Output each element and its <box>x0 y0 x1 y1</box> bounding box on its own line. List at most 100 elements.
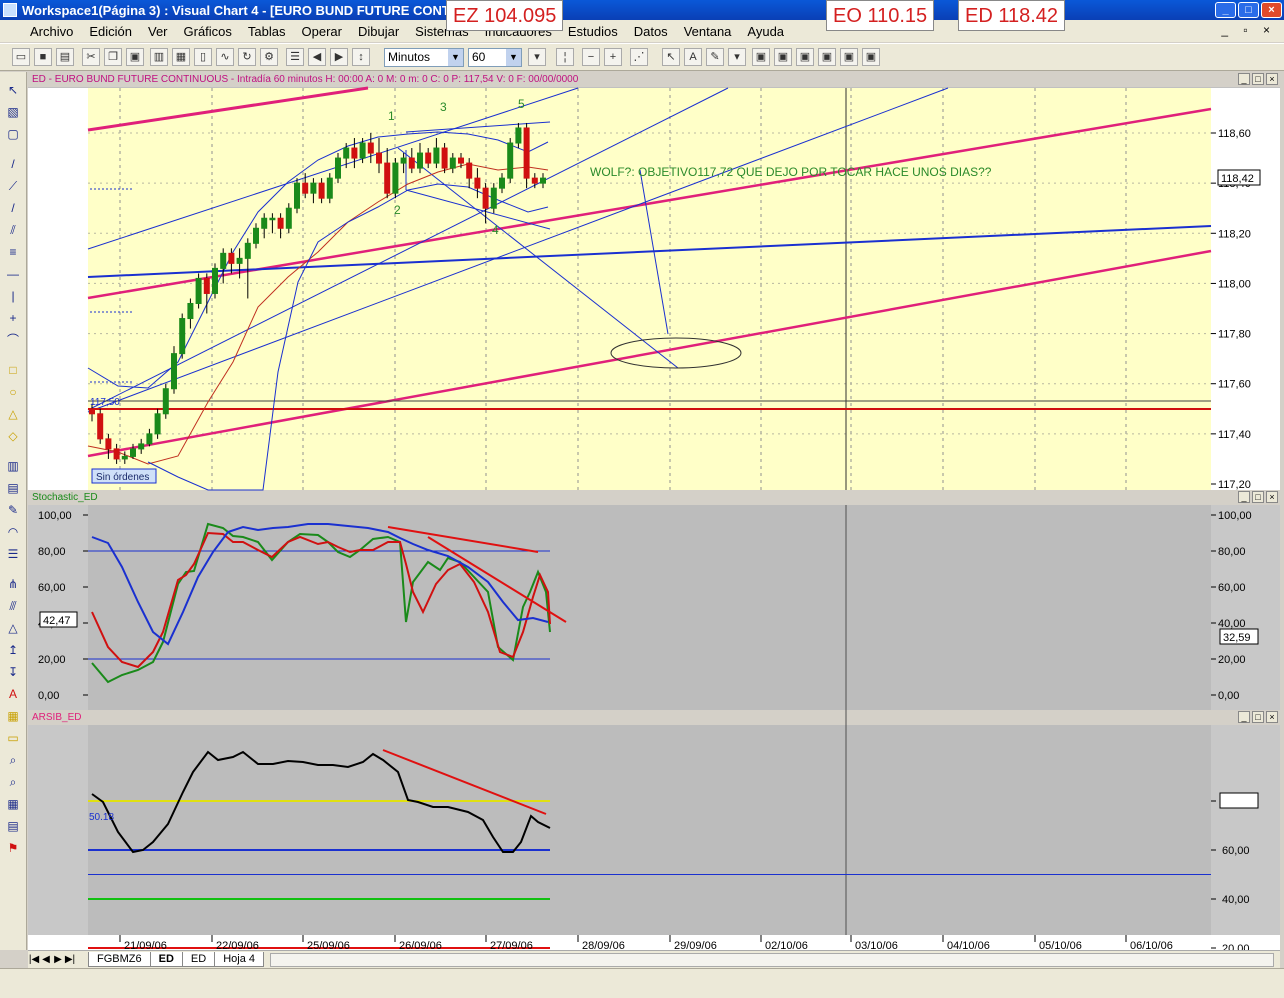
label-icon[interactable]: A <box>684 48 702 66</box>
pitchfork-icon[interactable]: ⋔ <box>5 576 21 592</box>
window-3-icon[interactable]: ▣ <box>796 48 814 66</box>
mdi-controls[interactable]: _ ▫ × <box>1221 23 1276 37</box>
menu-ayuda[interactable]: Ayuda <box>747 24 784 39</box>
menu-tablas[interactable]: Tablas <box>248 24 286 39</box>
close-button[interactable]: × <box>1261 2 1282 18</box>
pen-menu-icon[interactable]: ▾ <box>728 48 746 66</box>
zoom-in-icon[interactable]: + <box>604 48 622 66</box>
window-1-icon[interactable]: ▣ <box>752 48 770 66</box>
print-icon[interactable]: ▤ <box>56 48 74 66</box>
cursor-icon[interactable]: ↖ <box>5 82 21 98</box>
first-sheet-icon[interactable]: |◀ <box>28 954 40 965</box>
text-icon[interactable]: A <box>5 686 21 702</box>
menu-estudios[interactable]: Estudios <box>568 24 618 39</box>
period-select[interactable]: Minutos ▼ <box>384 48 464 67</box>
zoom-icon[interactable]: ⌕ <box>5 774 21 790</box>
sheet-tab-ed[interactable]: ED <box>181 952 216 967</box>
interval-select[interactable]: 60 ▼ <box>468 48 522 67</box>
pen-icon[interactable]: ✎ <box>706 48 724 66</box>
horizontal-scrollbar[interactable] <box>269 952 1274 967</box>
rectangle-icon[interactable]: □ <box>5 362 21 378</box>
ellipse-icon[interactable]: ○ <box>5 384 21 400</box>
candle-body <box>343 147 350 159</box>
prev-sheet-icon[interactable]: ◀ <box>40 954 52 965</box>
nav-left-icon[interactable]: ◀ <box>308 48 326 66</box>
list-icon[interactable]: ☰ <box>5 546 21 562</box>
nav-right-icon[interactable]: ▶ <box>330 48 348 66</box>
copy-icon[interactable]: ❐ <box>104 48 122 66</box>
menu-graficos[interactable]: Gráficos <box>184 24 232 39</box>
next-sheet-icon[interactable]: ▶ <box>52 954 64 965</box>
chart-canvas[interactable]: 21/09/06 22/09/06 25/09/06 26/09/06 27/09/06… <box>28 72 1280 950</box>
ray-icon[interactable]: ⟋ <box>5 178 21 194</box>
arrow-up-icon[interactable]: △ <box>5 620 21 636</box>
window-5-icon[interactable]: ▣ <box>840 48 858 66</box>
frame-icon[interactable]: ▢ <box>5 126 21 142</box>
cut-icon[interactable]: ✂ <box>82 48 100 66</box>
gann-icon[interactable]: ✎ <box>5 502 21 518</box>
sell-arrow-icon[interactable]: ↧ <box>5 664 21 680</box>
diamond-icon[interactable]: ◇ <box>5 428 21 444</box>
fibonacci-icon[interactable]: ▥ <box>5 458 21 474</box>
window-6-icon[interactable]: ▣ <box>862 48 880 66</box>
menu-edicion[interactable]: Edición <box>89 24 132 39</box>
properties-icon[interactable]: ☰ <box>286 48 304 66</box>
sheet-tab-fgbmz6[interactable]: FGBMZ6 <box>88 952 151 967</box>
parallel-icon[interactable]: ≡ <box>5 244 21 260</box>
regression-icon[interactable]: ⫻ <box>5 598 21 614</box>
tool-icon[interactable]: ⚙ <box>260 48 278 66</box>
dropdown-icon[interactable]: ▾ <box>528 48 546 66</box>
red-line-icon[interactable]: / <box>5 200 21 216</box>
channel-icon[interactable]: ⫽ <box>5 222 21 238</box>
label-box-icon[interactable]: ▭ <box>5 730 21 746</box>
menu-ventana[interactable]: Ventana <box>684 24 732 39</box>
candle-body <box>171 353 177 390</box>
price-tick-label: 118,60 <box>1218 128 1251 140</box>
refresh-icon[interactable]: ↻ <box>238 48 256 66</box>
maximize-button[interactable]: □ <box>1238 2 1259 18</box>
vertical-line-icon[interactable]: | <box>5 288 21 304</box>
cross-icon[interactable]: + <box>5 310 21 326</box>
minimize-button[interactable]: _ <box>1215 2 1236 18</box>
trendline-icon[interactable]: / <box>5 156 21 172</box>
candle-body <box>351 147 358 159</box>
draw-icon[interactable]: ⋰ <box>630 48 648 66</box>
buy-arrow-icon[interactable]: ↥ <box>5 642 21 658</box>
chevron-down-icon[interactable]: ▼ <box>448 49 463 66</box>
flag-icon[interactable]: ⚑ <box>5 840 21 856</box>
menu-ver[interactable]: Ver <box>148 24 168 39</box>
triangle-icon[interactable]: △ <box>5 406 21 422</box>
menu-dibujar[interactable]: Dibujar <box>358 24 399 39</box>
magnify-icon[interactable]: ⌕ <box>5 752 21 768</box>
chart-type-icon[interactable]: ▥ <box>150 48 168 66</box>
candle-icon[interactable]: ▯ <box>194 48 212 66</box>
menu-archivo[interactable]: Archivo <box>30 24 73 39</box>
window-4-icon[interactable]: ▣ <box>818 48 836 66</box>
curve-icon[interactable]: ⌒ <box>5 332 21 348</box>
line-chart-icon[interactable]: ∿ <box>216 48 234 66</box>
menu-datos[interactable]: Datos <box>634 24 668 39</box>
paste-icon[interactable]: ▣ <box>126 48 144 66</box>
sheet-tab-hoja4[interactable]: Hoja 4 <box>214 952 264 967</box>
save-icon[interactable]: ■ <box>34 48 52 66</box>
horizontal-line-icon[interactable]: — <box>5 266 21 282</box>
sheet-tab-ed-active[interactable]: ED <box>149 952 183 967</box>
menu-operar[interactable]: Operar <box>302 24 342 39</box>
zoom-out-icon[interactable]: − <box>582 48 600 66</box>
chevron-down-icon[interactable]: ▼ <box>506 49 521 66</box>
window-2-icon[interactable]: ▣ <box>774 48 792 66</box>
open-icon[interactable]: ▭ <box>12 48 30 66</box>
stoch-tick-label: 60,00 <box>1218 582 1246 594</box>
bar-chart-icon[interactable]: ▦ <box>172 48 190 66</box>
indicator-icon[interactable]: ↕ <box>352 48 370 66</box>
last-sheet-icon[interactable]: ▶| <box>64 954 76 965</box>
note-icon[interactable]: ▦ <box>5 708 21 724</box>
grid-icon[interactable]: ▦ <box>5 796 21 812</box>
template-icon[interactable]: ▤ <box>5 818 21 834</box>
pointer-icon[interactable]: ↖ <box>662 48 680 66</box>
fib-fan-icon[interactable]: ▤ <box>5 480 21 496</box>
candle-body <box>146 433 153 445</box>
arc-icon[interactable]: ◠ <box>5 524 21 540</box>
select-icon[interactable]: ▧ <box>5 104 21 120</box>
candle-body <box>220 252 227 269</box>
